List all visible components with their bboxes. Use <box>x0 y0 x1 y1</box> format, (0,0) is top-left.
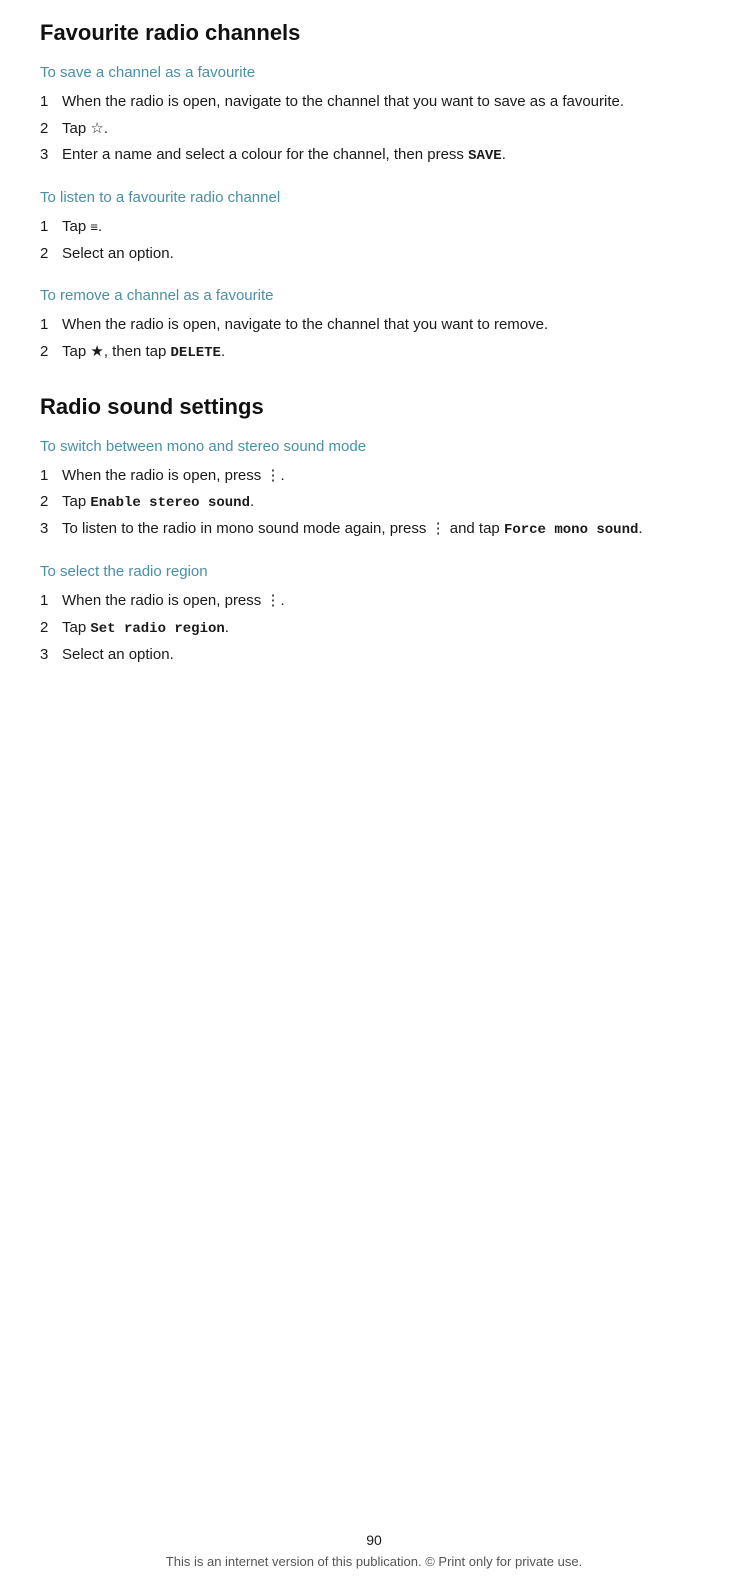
subsection-title-switch: To switch between mono and stereo sound … <box>40 438 708 455</box>
subsection-title-save: To save a channel as a favourite <box>40 64 708 81</box>
footer-note: This is an internet version of this publ… <box>0 1554 748 1569</box>
steps-switch: 1 When the radio is open, press ⋮. 2 Tap… <box>40 465 708 542</box>
star-filled-icon: ★ <box>90 343 103 360</box>
page-footer: 90 This is an internet version of this p… <box>0 1532 748 1569</box>
step-number: 3 <box>40 644 62 667</box>
save-keyword: SAVE <box>468 148 502 164</box>
step-number: 1 <box>40 91 62 114</box>
step-text: Select an option. <box>62 644 708 667</box>
more-options-icon-2: ⋮ <box>431 520 446 537</box>
list-item: 1 When the radio is open, navigate to th… <box>40 91 708 114</box>
star-empty-icon: ☆ <box>90 120 103 137</box>
more-options-icon-3: ⋮ <box>265 592 280 609</box>
step-text: Tap ≡. <box>62 216 708 239</box>
step-number: 1 <box>40 465 62 488</box>
step-number: 1 <box>40 216 62 239</box>
page-content: Favourite radio channels To save a chann… <box>0 0 748 768</box>
step-number: 2 <box>40 243 62 266</box>
step-number: 2 <box>40 617 62 640</box>
list-item: 3 To listen to the radio in mono sound m… <box>40 518 708 541</box>
list-item: 2 Tap Set radio region. <box>40 617 708 640</box>
steps-listen: 1 Tap ≡. 2 Select an option. <box>40 216 708 265</box>
menu-icon: ≡ <box>90 219 98 234</box>
more-options-icon: ⋮ <box>265 467 280 484</box>
delete-keyword: DELETE <box>171 345 221 361</box>
step-number: 1 <box>40 590 62 613</box>
list-item: 3 Enter a name and select a colour for t… <box>40 144 708 167</box>
subsection-title-remove: To remove a channel as a favourite <box>40 287 708 304</box>
step-text: Tap Enable stereo sound. <box>62 491 708 514</box>
steps-region: 1 When the radio is open, press ⋮. 2 Tap… <box>40 590 708 666</box>
step-text: Select an option. <box>62 243 708 266</box>
force-mono-keyword: Force mono sound <box>504 522 638 538</box>
list-item: 3 Select an option. <box>40 644 708 667</box>
steps-save: 1 When the radio is open, navigate to th… <box>40 91 708 167</box>
list-item: 2 Tap ☆. <box>40 118 708 141</box>
set-radio-region-keyword: Set radio region <box>90 621 224 637</box>
subsection-remove-channel: To remove a channel as a favourite 1 Whe… <box>40 287 708 364</box>
list-item: 2 Select an option. <box>40 243 708 266</box>
list-item: 1 When the radio is open, press ⋮. <box>40 465 708 488</box>
page-number: 90 <box>0 1532 748 1548</box>
step-number: 3 <box>40 144 62 167</box>
section-title-favourite: Favourite radio channels <box>40 20 708 46</box>
subsection-title-listen: To listen to a favourite radio channel <box>40 189 708 206</box>
step-number: 2 <box>40 341 62 364</box>
subsection-listen-favourite: To listen to a favourite radio channel 1… <box>40 189 708 265</box>
step-text: When the radio is open, navigate to the … <box>62 91 708 114</box>
list-item: 2 Tap Enable stereo sound. <box>40 491 708 514</box>
step-text: Tap ★, then tap DELETE. <box>62 341 708 364</box>
section-title-sound-settings: Radio sound settings <box>40 394 708 420</box>
step-text: When the radio is open, navigate to the … <box>62 314 708 337</box>
steps-remove: 1 When the radio is open, navigate to th… <box>40 314 708 364</box>
step-number: 2 <box>40 491 62 514</box>
step-number: 2 <box>40 118 62 141</box>
list-item: 2 Tap ★, then tap DELETE. <box>40 341 708 364</box>
subsection-select-radio-region: To select the radio region 1 When the ra… <box>40 563 708 666</box>
step-text: Tap Set radio region. <box>62 617 708 640</box>
subsection-switch-mono-stereo: To switch between mono and stereo sound … <box>40 438 708 542</box>
step-text: When the radio is open, press ⋮. <box>62 590 708 613</box>
step-text: Enter a name and select a colour for the… <box>62 144 708 167</box>
step-text: When the radio is open, press ⋮. <box>62 465 708 488</box>
step-text: To listen to the radio in mono sound mod… <box>62 518 708 541</box>
step-number: 1 <box>40 314 62 337</box>
step-number: 3 <box>40 518 62 541</box>
step-text: Tap ☆. <box>62 118 708 141</box>
enable-stereo-keyword: Enable stereo sound <box>90 495 250 511</box>
subsection-save-channel: To save a channel as a favourite 1 When … <box>40 64 708 167</box>
list-item: 1 When the radio is open, navigate to th… <box>40 314 708 337</box>
subsection-title-region: To select the radio region <box>40 563 708 580</box>
list-item: 1 When the radio is open, press ⋮. <box>40 590 708 613</box>
list-item: 1 Tap ≡. <box>40 216 708 239</box>
